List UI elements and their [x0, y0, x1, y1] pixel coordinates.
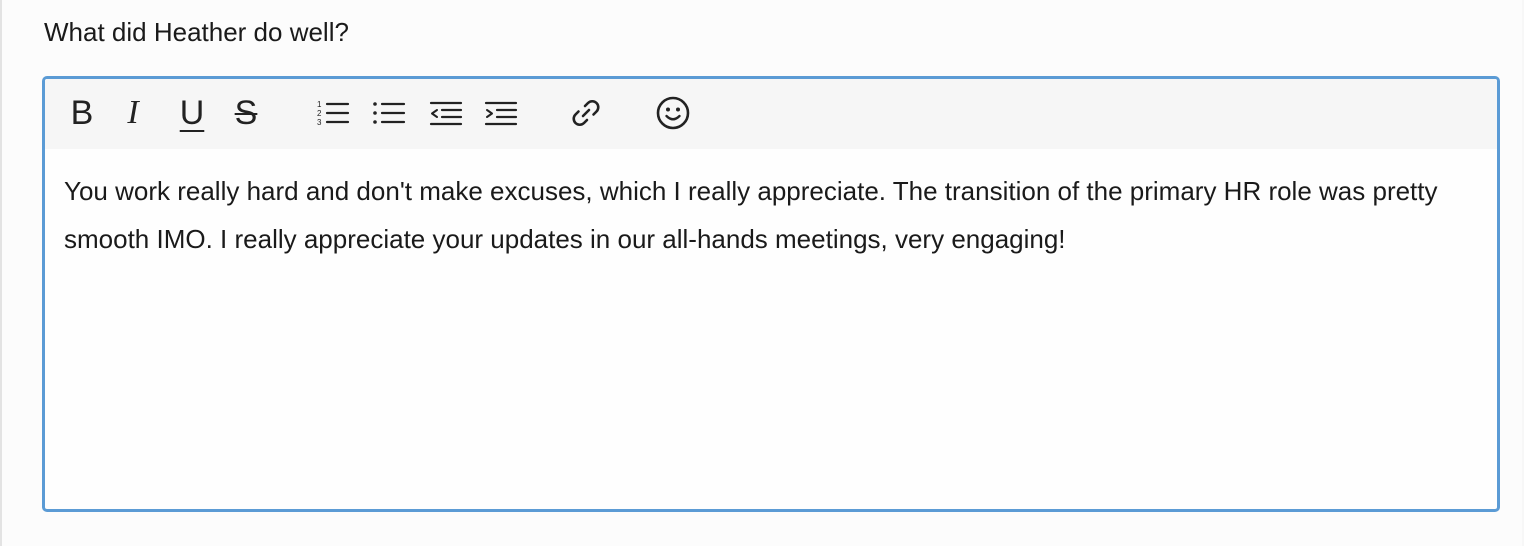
strikethrough-icon: S: [234, 94, 258, 132]
ordered-list-button[interactable]: 1 2 3: [315, 93, 351, 133]
underline-button[interactable]: U: [174, 93, 210, 133]
page: What did Heather do well? B I U S 1 2 3: [0, 0, 1522, 546]
indent-icon: [484, 101, 518, 126]
bold-icon: B: [70, 94, 94, 132]
editor-toolbar: B I U S 1 2 3: [45, 79, 1497, 149]
emoji-icon: [656, 96, 690, 130]
svg-text:1: 1: [317, 100, 322, 109]
italic-button[interactable]: I: [115, 93, 151, 133]
emoji-button[interactable]: [655, 93, 691, 133]
svg-text:2: 2: [317, 109, 322, 118]
editor-content[interactable]: You work really hard and don't make excu…: [64, 167, 1464, 263]
rich-text-editor[interactable]: B I U S 1 2 3 You work really hard and d…: [42, 76, 1500, 512]
underline-icon: U: [179, 94, 205, 132]
italic-icon: I: [127, 94, 139, 131]
strikethrough-button[interactable]: S: [228, 93, 264, 133]
svg-text:3: 3: [317, 118, 322, 127]
bold-button[interactable]: B: [64, 93, 100, 133]
outdent-icon: [429, 101, 463, 126]
outdent-button[interactable]: [428, 93, 464, 133]
indent-button[interactable]: [483, 93, 519, 133]
bullet-list-button[interactable]: [371, 93, 407, 133]
ordered-list-icon: 1 2 3: [317, 100, 350, 127]
bullet-list-icon: [373, 102, 406, 124]
question-label: What did Heather do well?: [44, 17, 349, 47]
link-icon: [572, 100, 600, 126]
link-button[interactable]: [568, 93, 604, 133]
